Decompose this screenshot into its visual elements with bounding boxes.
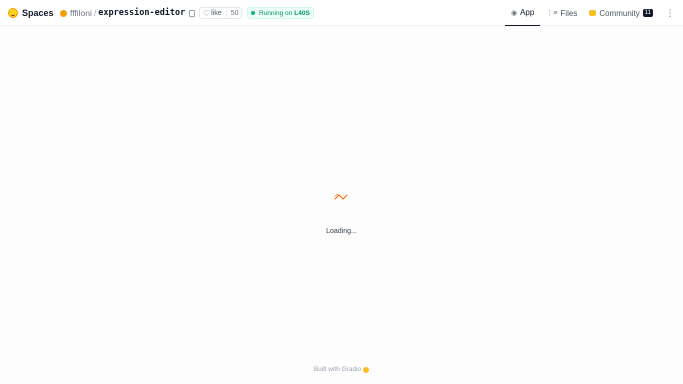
built-with-gradio-link[interactable]: Built with Gradio (314, 366, 361, 373)
like-button[interactable]: ♡ like 50 (199, 7, 243, 19)
spaces-label: Spaces (22, 8, 54, 18)
tab-files-label: Files (560, 8, 578, 18)
community-icon (589, 10, 597, 16)
space-breadcrumb: fffiloni / expression-editor (60, 7, 196, 19)
footer: Built with Gradio (0, 366, 683, 373)
tab-app-label: App (520, 8, 535, 17)
copy-icon[interactable] (189, 9, 196, 17)
owner-link[interactable]: fffiloni (70, 8, 92, 18)
gradio-logo-icon (363, 366, 370, 373)
loading-text: Loading... (326, 228, 357, 235)
tab-community-label: Community (599, 8, 640, 18)
status-hardware: L40S (294, 9, 310, 17)
tab-app[interactable]: ◉ App (504, 0, 541, 26)
status-label: Running on (259, 9, 293, 17)
tab-community[interactable]: Community 11 (583, 0, 659, 26)
more-options-icon[interactable]: ⋮ (665, 8, 675, 18)
files-icon: ⋮≡ (546, 10, 558, 17)
community-count-badge: 11 (642, 9, 653, 17)
top-header: Spaces fffiloni / expression-editor ♡ li… (0, 0, 683, 26)
owner-avatar[interactable] (60, 9, 67, 17)
heart-icon: ♡ (203, 8, 211, 18)
page: Spaces fffiloni / expression-editor ♡ li… (0, 0, 683, 384)
space-name-link[interactable]: expression-editor (98, 8, 185, 18)
spaces-home-link[interactable]: Spaces (8, 7, 54, 19)
space-nav: ◉ App ⋮≡ Files Community 11 ⋮ (504, 0, 675, 26)
like-label: like (211, 9, 222, 17)
loading-spinner-icon (334, 193, 348, 200)
huggingface-logo-icon (8, 8, 18, 18)
app-icon: ◉ (510, 9, 518, 17)
breadcrumb-separator: / (93, 8, 97, 18)
like-count[interactable]: 50 (225, 9, 238, 17)
status-badge[interactable]: Running on L40S (247, 7, 314, 19)
tab-files[interactable]: ⋮≡ Files (540, 0, 583, 26)
status-dot-icon (251, 11, 255, 15)
